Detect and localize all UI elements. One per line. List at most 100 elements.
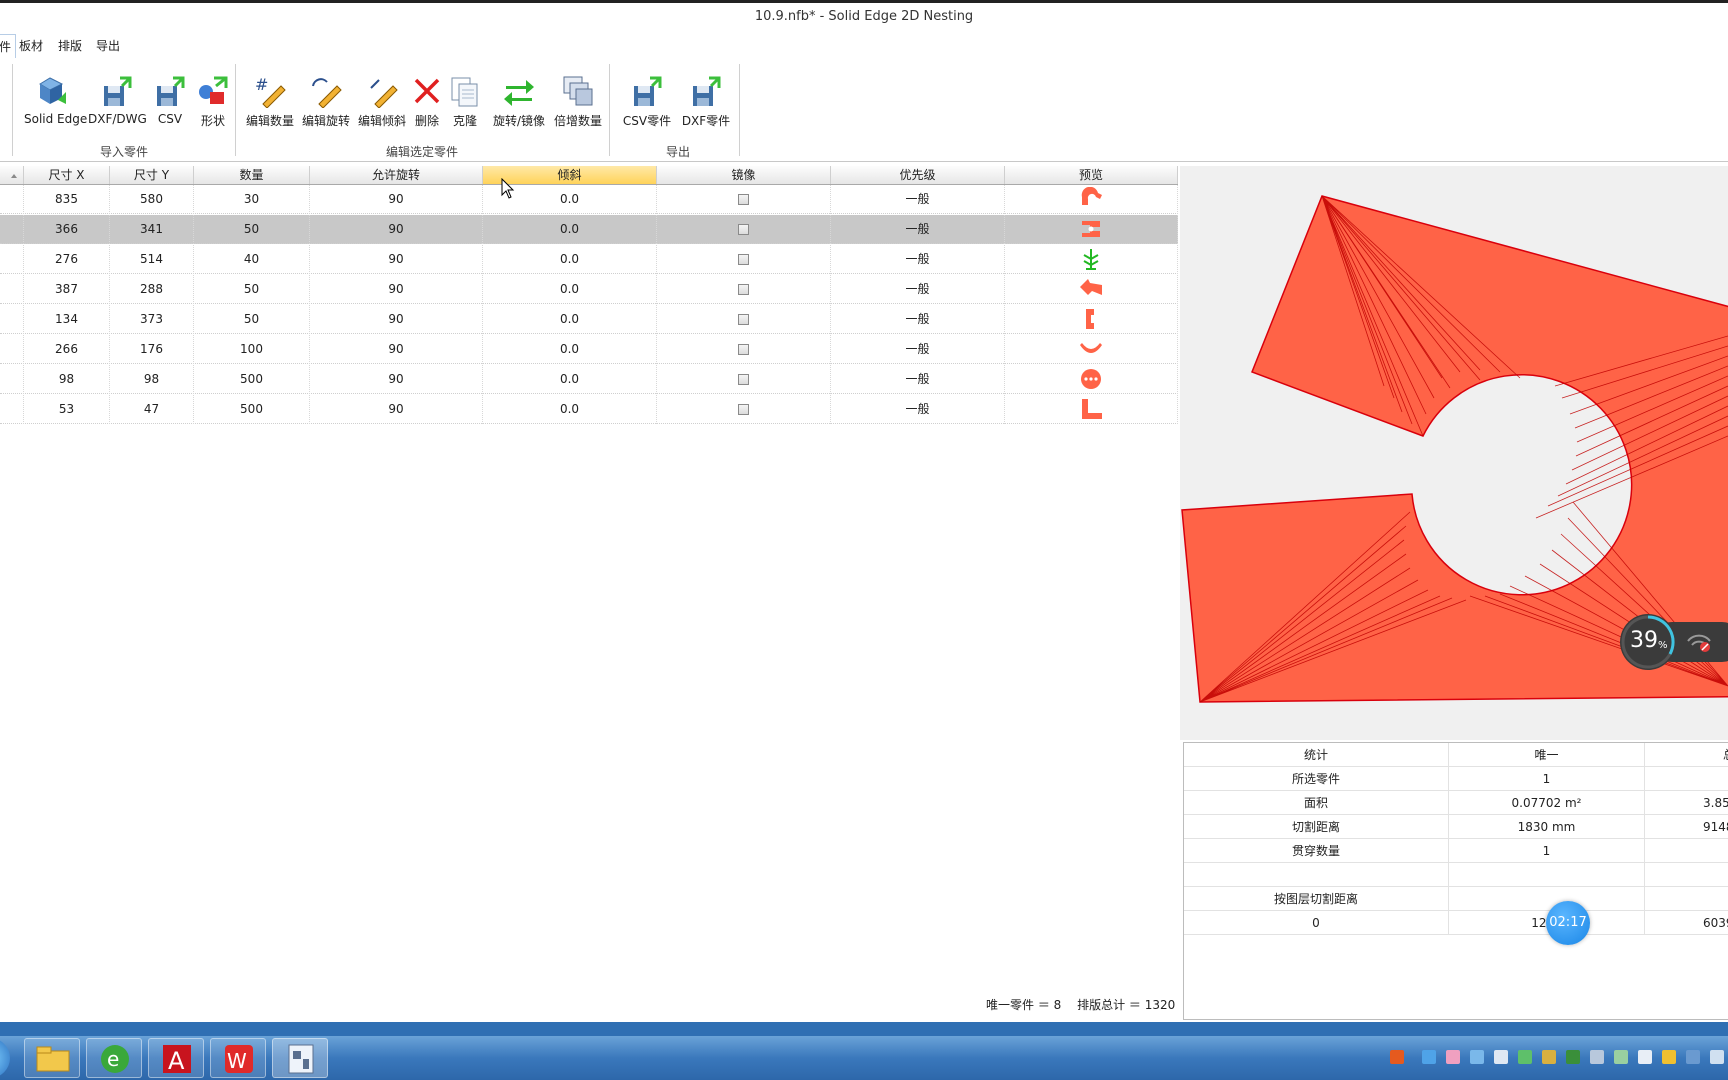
start-button[interactable] xyxy=(0,1038,10,1078)
cell-size-x[interactable]: 266 xyxy=(24,335,110,364)
cell-preview[interactable] xyxy=(1005,395,1178,424)
cell-tilt[interactable]: 0.0 xyxy=(483,275,657,304)
import-shape-button[interactable]: 形状 xyxy=(194,74,232,129)
cell-size-y[interactable]: 373 xyxy=(110,305,194,334)
taskbar-wps[interactable]: W xyxy=(210,1038,266,1078)
tray-app-icon[interactable] xyxy=(1662,1050,1676,1064)
tray-app-icon[interactable] xyxy=(1518,1050,1532,1064)
cell-allow-rotation[interactable]: 90 xyxy=(310,245,483,274)
tray-app-icon[interactable] xyxy=(1422,1050,1436,1064)
header-quantity[interactable]: 数量 xyxy=(194,166,310,184)
tab-nesting[interactable]: 排版 xyxy=(54,37,86,55)
cell-size-x[interactable]: 98 xyxy=(24,365,110,394)
row-selector-cell[interactable] xyxy=(0,305,24,334)
table-row[interactable]: 53 47 500 90 0.0 一般 xyxy=(0,395,1178,424)
edit-tilt-button[interactable]: 编辑倾斜 xyxy=(356,74,408,129)
row-selector-cell[interactable] xyxy=(0,335,24,364)
cell-mirror[interactable] xyxy=(657,365,831,394)
rotate-mirror-button[interactable]: 旋转/镜像 xyxy=(490,74,548,129)
taskbar-nesting-app[interactable] xyxy=(272,1038,328,1078)
tab-parts[interactable]: 件 xyxy=(0,34,17,59)
tray-shield-icon[interactable] xyxy=(1638,1050,1652,1064)
cell-tilt[interactable]: 0.0 xyxy=(483,395,657,424)
row-selector-cell[interactable] xyxy=(0,395,24,424)
row-selector-cell[interactable] xyxy=(0,215,24,244)
table-row[interactable]: 98 98 500 90 0.0 一般 xyxy=(0,365,1178,394)
cell-tilt[interactable]: 0.0 xyxy=(483,305,657,334)
cell-size-y[interactable]: 98 xyxy=(110,365,194,394)
cell-size-x[interactable]: 134 xyxy=(24,305,110,334)
tray-app-icon[interactable] xyxy=(1470,1050,1484,1064)
mirror-checkbox[interactable] xyxy=(738,254,749,265)
tray-app-icon[interactable] xyxy=(1566,1050,1580,1064)
tray-app-icon[interactable] xyxy=(1614,1050,1628,1064)
cell-priority[interactable]: 一般 xyxy=(831,335,1005,364)
cell-size-x[interactable]: 387 xyxy=(24,275,110,304)
cell-mirror[interactable] xyxy=(657,395,831,424)
tray-app-icon[interactable] xyxy=(1590,1050,1604,1064)
table-row[interactable]: 134 373 50 90 0.0 一般 xyxy=(0,305,1178,334)
cell-allow-rotation[interactable]: 90 xyxy=(310,185,483,214)
cell-allow-rotation[interactable]: 90 xyxy=(310,335,483,364)
cell-preview[interactable] xyxy=(1005,245,1178,274)
import-csv-button[interactable]: CSV xyxy=(150,74,190,126)
cell-mirror[interactable] xyxy=(657,215,831,244)
cell-allow-rotation[interactable]: 90 xyxy=(310,275,483,304)
header-mirror[interactable]: 镜像 xyxy=(657,166,831,184)
delete-button[interactable]: 删除 xyxy=(410,74,444,129)
mirror-checkbox[interactable] xyxy=(738,284,749,295)
taskbar-browser[interactable]: e xyxy=(86,1038,142,1078)
table-row[interactable]: 387 288 50 90 0.0 一般 xyxy=(0,275,1178,304)
cell-preview[interactable] xyxy=(1005,185,1178,214)
cell-mirror[interactable] xyxy=(657,305,831,334)
cell-size-y[interactable]: 514 xyxy=(110,245,194,274)
cell-size-x[interactable]: 276 xyxy=(24,245,110,274)
cell-size-y[interactable]: 176 xyxy=(110,335,194,364)
cell-priority[interactable]: 一般 xyxy=(831,305,1005,334)
cell-preview[interactable] xyxy=(1005,365,1178,394)
cell-quantity[interactable]: 500 xyxy=(194,395,310,424)
export-dxf-parts-button[interactable]: DXF零件 xyxy=(678,74,734,129)
cell-priority[interactable]: 一般 xyxy=(831,215,1005,244)
cell-size-x[interactable]: 366 xyxy=(24,215,110,244)
cell-size-y[interactable]: 47 xyxy=(110,395,194,424)
cell-priority[interactable]: 一般 xyxy=(831,185,1005,214)
cell-allow-rotation[interactable]: 90 xyxy=(310,305,483,334)
header-allow-rotation[interactable]: 允许旋转 xyxy=(310,166,483,184)
tray-sogou-icon[interactable] xyxy=(1390,1050,1404,1064)
cell-quantity[interactable]: 50 xyxy=(194,275,310,304)
tray-app-icon[interactable] xyxy=(1542,1050,1556,1064)
cell-tilt[interactable]: 0.0 xyxy=(483,215,657,244)
edit-quantity-button[interactable]: # 编辑数量 xyxy=(244,74,296,129)
cell-quantity[interactable]: 30 xyxy=(194,185,310,214)
mirror-checkbox[interactable] xyxy=(738,224,749,235)
header-size-x[interactable]: 尺寸 X xyxy=(24,166,110,184)
cell-mirror[interactable] xyxy=(657,335,831,364)
mirror-checkbox[interactable] xyxy=(738,344,749,355)
mirror-checkbox[interactable] xyxy=(738,374,749,385)
tray-app-icon[interactable] xyxy=(1446,1050,1460,1064)
cell-priority[interactable]: 一般 xyxy=(831,245,1005,274)
table-row[interactable]: 835 580 30 90 0.0 一般 xyxy=(0,185,1178,214)
cell-mirror[interactable] xyxy=(657,245,831,274)
cell-quantity[interactable]: 100 xyxy=(194,335,310,364)
cell-tilt[interactable]: 0.0 xyxy=(483,245,657,274)
cell-tilt[interactable]: 0.0 xyxy=(483,365,657,394)
mirror-checkbox[interactable] xyxy=(738,194,749,205)
cell-preview[interactable] xyxy=(1005,335,1178,364)
taskbar-explorer[interactable] xyxy=(24,1038,80,1078)
import-solid-edge-button[interactable]: Solid Edge xyxy=(24,74,87,126)
multiply-quantity-button[interactable]: 倍增数量 xyxy=(552,74,604,129)
cell-preview[interactable] xyxy=(1005,305,1178,334)
header-preview[interactable]: 预览 xyxy=(1005,166,1178,184)
cell-quantity[interactable]: 50 xyxy=(194,305,310,334)
export-csv-parts-button[interactable]: CSV零件 xyxy=(620,74,674,129)
mirror-checkbox[interactable] xyxy=(738,314,749,325)
edit-rotation-button[interactable]: 编辑旋转 xyxy=(300,74,352,129)
table-row[interactable]: 276 514 40 90 0.0 一般 xyxy=(0,245,1178,274)
cell-mirror[interactable] xyxy=(657,275,831,304)
clone-button[interactable]: 克隆 xyxy=(448,74,482,129)
table-row[interactable]: 266 176 100 90 0.0 一般 xyxy=(0,335,1178,364)
cell-size-y[interactable]: 288 xyxy=(110,275,194,304)
cell-quantity[interactable]: 50 xyxy=(194,215,310,244)
